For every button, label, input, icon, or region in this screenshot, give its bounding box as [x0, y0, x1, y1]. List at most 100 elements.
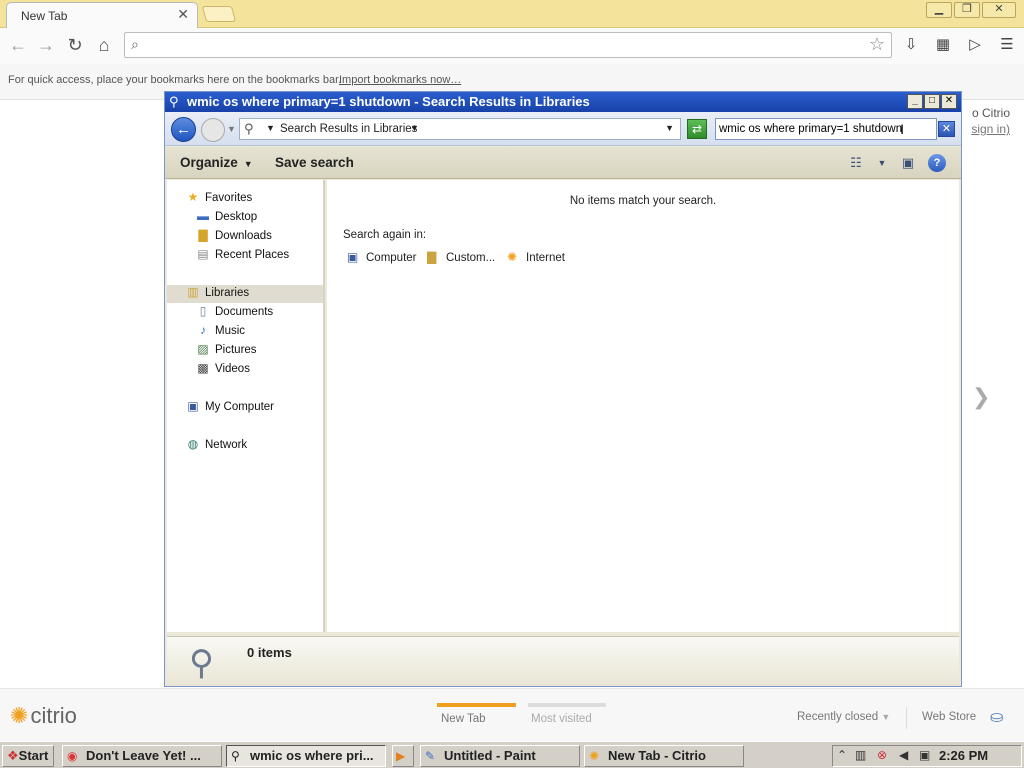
- tab-title: New Tab: [21, 9, 68, 23]
- search-again-internet[interactable]: ✺ Internet: [507, 250, 565, 264]
- task-media[interactable]: ▶: [392, 745, 414, 767]
- web-store-icon[interactable]: ⛀: [990, 707, 1003, 727]
- music-icon: ♪: [200, 323, 206, 337]
- downloads-folder-icon: ▇: [198, 228, 208, 242]
- nav-my-computer[interactable]: ▣ My Computer: [185, 399, 274, 417]
- content-pane: No items match your search. Search again…: [327, 180, 959, 632]
- task-explorer-search[interactable]: ⚲ wmic os where pri...: [226, 745, 386, 767]
- crumb-chevron-icon[interactable]: ▼: [266, 123, 275, 133]
- behind-text: o Citrio: [971, 106, 1010, 120]
- save-search-button[interactable]: Save search: [275, 155, 354, 170]
- search-box[interactable]: I: [715, 118, 937, 140]
- nav-desktop[interactable]: ▬ Desktop: [195, 209, 257, 227]
- address-breadcrumb[interactable]: Search Results in Libraries: [280, 123, 417, 135]
- omnibox[interactable]: ⌕ ☆: [124, 32, 892, 58]
- explorer-title: wmic os where primary=1 shutdown - Searc…: [187, 94, 590, 109]
- browser-toolbar: ← → ↻ ⌂ ⌕ ☆ ⇩ ▦ ▷ ☰: [0, 28, 1024, 64]
- computer-icon: ▣: [347, 250, 359, 264]
- download-icon[interactable]: ⇩: [900, 34, 922, 56]
- volume-icon[interactable]: ◀: [899, 748, 908, 762]
- taskbar: ❖Start ◉ Don't Leave Yet! ... ⚲ wmic os wh…: [0, 741, 1024, 768]
- explorer-close-button[interactable]: ✕: [941, 94, 957, 109]
- star-icon: ★: [187, 190, 199, 204]
- inactive-tab-indicator: [528, 703, 606, 707]
- citrio-logo: ✺citrio: [10, 703, 77, 728]
- explorer-maximize-button[interactable]: □: [924, 94, 940, 109]
- nav-recent-places[interactable]: ▤ Recent Places: [195, 247, 289, 265]
- sign-in-link[interactable]: sign in): [971, 122, 1010, 136]
- browser-titlebar: New Tab ✕ ▁ ❐ ✕: [0, 0, 1024, 28]
- next-page-arrow-icon[interactable]: ❯: [972, 384, 990, 410]
- browser-icon: ◉: [67, 749, 78, 763]
- chevron-down-icon: ▼: [881, 712, 891, 722]
- explorer-window: ⚲ wmic os where primary=1 shutdown - Sea…: [164, 91, 962, 687]
- media-icon[interactable]: ▦: [932, 34, 954, 56]
- task-paint[interactable]: ✎ Untitled - Paint: [420, 745, 580, 767]
- nav-music[interactable]: ♪ Music: [195, 323, 245, 341]
- command-bar: Organize ▼ Save search ☷ ▼ ▣ ?: [165, 147, 961, 179]
- search-folder-icon: ⚲: [169, 94, 179, 109]
- search-results-icon: ⚲: [244, 121, 254, 136]
- details-pane: ⚲ 0 items: [167, 636, 959, 686]
- start-button[interactable]: ❖Start: [2, 745, 54, 767]
- folder-icon: ▇: [427, 250, 437, 264]
- explorer-minimize-button[interactable]: _: [907, 94, 923, 109]
- refresh-icon[interactable]: ⇄: [687, 119, 707, 139]
- libraries-icon: ▥: [187, 285, 199, 299]
- search-again-custom[interactable]: ▇ Custom...: [427, 250, 495, 264]
- item-count: 0 items: [247, 645, 292, 660]
- nav-videos[interactable]: ▩ Videos: [195, 361, 250, 379]
- play-icon[interactable]: ▷: [964, 34, 986, 56]
- home-icon[interactable]: ⌂: [92, 34, 116, 58]
- nav-libraries[interactable]: ▥ Libraries: [167, 285, 323, 303]
- bottom-tab-new-tab[interactable]: New Tab: [441, 713, 486, 725]
- recently-closed-menu[interactable]: Recently closed ▼: [797, 711, 890, 723]
- close-button[interactable]: ✕: [982, 2, 1016, 18]
- forward-arrow-icon[interactable]: →: [34, 34, 58, 58]
- bookmark-star-icon[interactable]: ☆: [869, 34, 885, 55]
- citrio-icon: ✺: [589, 749, 600, 763]
- restore-button[interactable]: ❐: [954, 2, 980, 18]
- tab-close-icon[interactable]: ✕: [177, 6, 189, 23]
- clear-search-icon[interactable]: ✕: [938, 121, 955, 137]
- nav-documents[interactable]: ▯ Documents: [195, 304, 273, 322]
- tray-expand-icon[interactable]: ⌃: [837, 748, 847, 762]
- crumb-dropdown-icon[interactable]: ▼: [410, 123, 419, 133]
- reload-icon[interactable]: ↻: [63, 34, 87, 58]
- security-tray-icon[interactable]: ⊗: [877, 748, 887, 762]
- view-dropdown-icon[interactable]: ▼: [873, 154, 891, 172]
- back-arrow-icon[interactable]: ←: [6, 34, 30, 58]
- search-input[interactable]: [719, 120, 919, 138]
- nav-pictures[interactable]: ▨ Pictures: [195, 342, 256, 360]
- history-dropdown-icon[interactable]: ▼: [227, 124, 236, 134]
- network-tray-icon[interactable]: ▥: [855, 748, 866, 762]
- connection-tray-icon[interactable]: ▣: [919, 748, 930, 762]
- task-dont-leave[interactable]: ◉ Don't Leave Yet! ...: [62, 745, 222, 767]
- address-history-icon[interactable]: ▼: [665, 123, 674, 133]
- search-again-computer[interactable]: ▣ Computer: [347, 250, 417, 264]
- menu-icon[interactable]: ☰: [996, 34, 1018, 56]
- bottom-tab-most-visited[interactable]: Most visited: [531, 713, 592, 725]
- import-bookmarks-link[interactable]: Import bookmarks now…: [339, 74, 461, 86]
- explorer-forward-icon[interactable]: [201, 118, 225, 142]
- view-options-icon[interactable]: ☷: [847, 154, 865, 172]
- minimize-button[interactable]: ▁: [926, 2, 952, 18]
- browser-tab-new-tab[interactable]: New Tab ✕: [6, 2, 198, 28]
- new-tab-button[interactable]: [201, 6, 237, 22]
- organize-label: Organize: [180, 155, 238, 170]
- nav-favorites[interactable]: ★ Favorites: [185, 190, 253, 208]
- active-tab-indicator: [437, 703, 516, 707]
- no-items-message: No items match your search.: [569, 195, 717, 207]
- organize-button[interactable]: Organize ▼: [180, 155, 253, 170]
- nav-downloads[interactable]: ▇ Downloads: [195, 228, 272, 246]
- help-icon[interactable]: ?: [928, 154, 946, 172]
- explorer-back-icon[interactable]: ←: [171, 117, 196, 142]
- network-icon: ◍: [187, 437, 199, 451]
- nav-network[interactable]: ◍ Network: [185, 437, 247, 455]
- address-field[interactable]: ⚲ ▼ Search Results in Libraries ▼ ▼: [239, 118, 681, 140]
- task-citrio[interactable]: ✺ New Tab - Citrio: [584, 745, 744, 767]
- preview-pane-icon[interactable]: ▣: [899, 154, 917, 172]
- web-store-link[interactable]: Web Store: [922, 711, 976, 723]
- magnifier-icon: ⚲: [189, 644, 214, 682]
- search-folder-icon: ⚲: [231, 749, 240, 763]
